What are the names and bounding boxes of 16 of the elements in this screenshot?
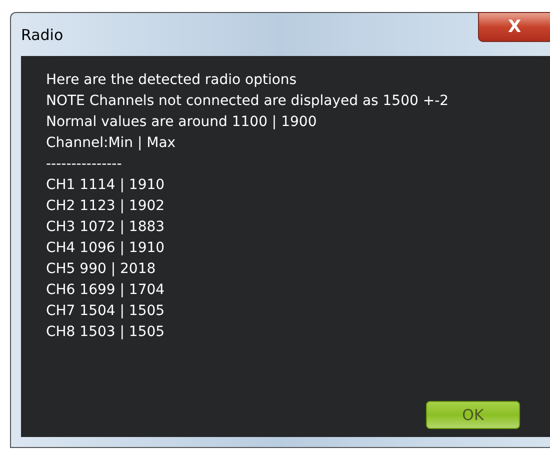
message-line: Here are the detected radio options <box>46 71 297 90</box>
message-line: CH8 1503 | 1505 <box>46 323 165 342</box>
message-line: CH2 1123 | 1902 <box>46 197 165 216</box>
message-line: CH1 1114 | 1910 <box>46 176 165 195</box>
window-title: Radio <box>21 26 64 44</box>
message-line: CH7 1504 | 1505 <box>46 302 165 321</box>
message-line: Normal values are around 1100 | 1900 <box>46 113 317 132</box>
close-button[interactable]: X <box>478 12 550 42</box>
message-line: Channel:Min | Max <box>46 134 176 153</box>
message-line: NOTE Channels not connected are displayed as 1500 +-2 <box>46 92 449 111</box>
message-line: CH5 990 | 2018 <box>46 260 156 279</box>
ok-button[interactable]: OK <box>426 401 520 429</box>
message-line: CH4 1096 | 1910 <box>46 239 165 258</box>
message-line: CH3 1072 | 1883 <box>46 218 165 237</box>
message-line: CH6 1699 | 1704 <box>46 281 165 300</box>
message-line: --------------- <box>46 155 122 174</box>
